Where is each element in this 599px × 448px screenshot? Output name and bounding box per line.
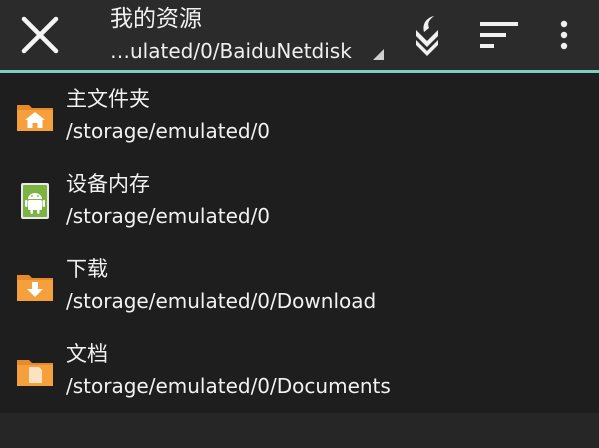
file-manager-app: 我的资源 …ulated/0/BaiduNetdisk 主文件夹 /storag… bbox=[0, 0, 599, 448]
list-item-home[interactable]: 主文件夹 /storage/emulated/0 bbox=[0, 73, 599, 158]
location-name: 文档 bbox=[66, 342, 108, 366]
more-vert-icon bbox=[560, 20, 568, 50]
close-icon bbox=[21, 16, 59, 54]
list-item-device-storage[interactable]: 设备内存 /storage/emulated/0 bbox=[0, 158, 599, 243]
location-name: 下载 bbox=[66, 257, 108, 281]
location-path: /storage/emulated/0 bbox=[66, 119, 271, 143]
title-block[interactable]: 我的资源 …ulated/0/BaiduNetdisk bbox=[110, 4, 390, 68]
list-item-download[interactable]: 下载 /storage/emulated/0/Download bbox=[0, 243, 599, 328]
sort-button[interactable] bbox=[474, 10, 524, 60]
close-button[interactable] bbox=[14, 12, 66, 58]
location-path: /storage/emulated/0/Documents bbox=[66, 374, 391, 398]
top-app-bar: 我的资源 …ulated/0/BaiduNetdisk bbox=[0, 0, 599, 70]
current-path: …ulated/0/BaiduNetdisk bbox=[110, 39, 352, 63]
android-storage-icon bbox=[21, 183, 49, 219]
sort-icon bbox=[480, 22, 518, 48]
location-name: 主文件夹 bbox=[66, 87, 150, 111]
bookmark-button[interactable] bbox=[404, 10, 450, 60]
page-title: 我的资源 bbox=[110, 6, 202, 32]
documents-folder-icon bbox=[17, 360, 53, 386]
home-folder-icon bbox=[17, 105, 53, 131]
location-path: /storage/emulated/0/Download bbox=[66, 289, 377, 313]
list-item-documents[interactable]: 文档 /storage/emulated/0/Documents bbox=[0, 328, 599, 413]
bottom-strip bbox=[0, 413, 599, 448]
location-list: 主文件夹 /storage/emulated/0 设备内存 /storage/e… bbox=[0, 73, 599, 413]
bookmark-down-icon bbox=[416, 16, 438, 56]
location-path: /storage/emulated/0 bbox=[66, 204, 271, 228]
path-dropdown-caret-icon bbox=[373, 49, 384, 60]
download-folder-icon bbox=[17, 275, 53, 301]
more-options-button[interactable] bbox=[546, 10, 582, 60]
location-name: 设备内存 bbox=[66, 172, 150, 196]
